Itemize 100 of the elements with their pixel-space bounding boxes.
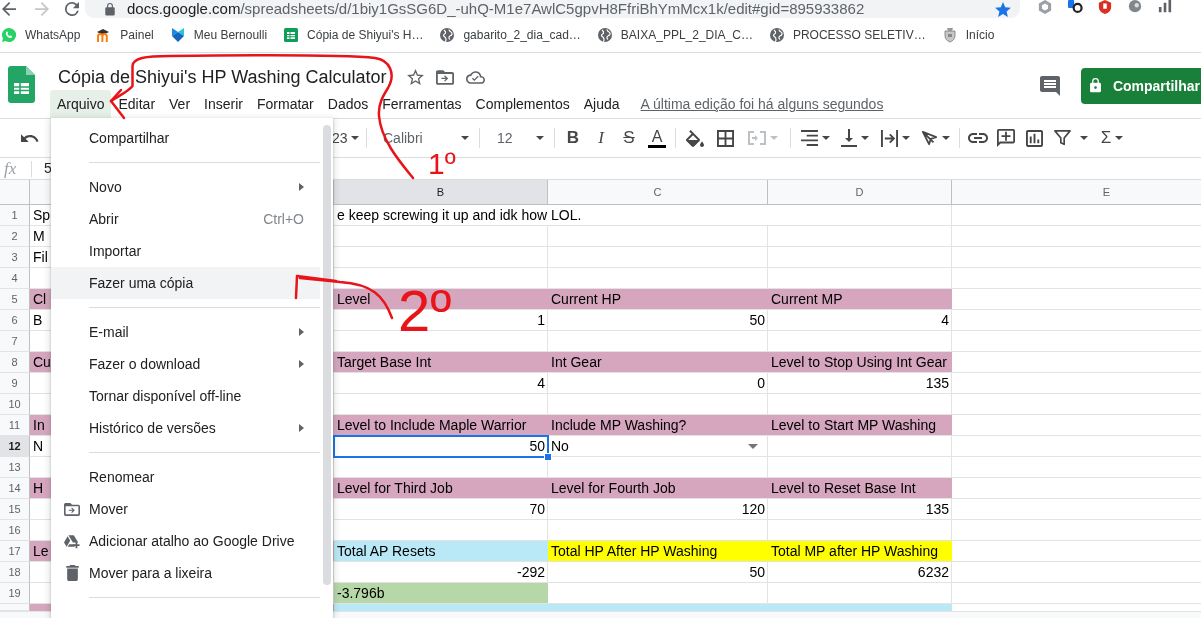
address-bar[interactable]: docs.google.com/spreadsheets/d/1biy1GsSG6D_-uhQ-M1e7AwlC5gpvH8FfriBhYmMcx1k/edit#gid=895933862 (85, 0, 1020, 18)
table-cell-text: 4 (537, 374, 546, 393)
menu-button[interactable]: Complementos (468, 90, 577, 118)
row-number: 16 (0, 520, 30, 541)
bookmark[interactable]: Início (941, 27, 995, 43)
table-cell-text: 0 (757, 374, 766, 393)
row-number: 17 (0, 541, 30, 562)
number-format-button[interactable]: 23 (326, 124, 362, 152)
lock-icon (1089, 78, 1101, 93)
menu-button[interactable]: Inserir (197, 90, 250, 118)
table-cell: Total AP Resets (334, 541, 548, 561)
table-cell: Level for Third Job (334, 478, 548, 498)
bookmark[interactable]: PROCESSO SELETIV… (768, 27, 926, 43)
trash-icon (65, 565, 79, 581)
column-header[interactable]: C (548, 180, 768, 204)
globe-icon (768, 27, 785, 43)
caret-icon (350, 136, 359, 140)
scrollbar-thumb[interactable] (323, 125, 331, 585)
document-title[interactable]: Cópia de Shiyui's HP Washing Calculator (58, 65, 387, 89)
row-number: 2 (0, 226, 30, 247)
table-cell-text: 50 (749, 311, 766, 330)
caret-icon (536, 136, 544, 140)
row-number: 4 (0, 268, 30, 289)
caret-icon (461, 136, 469, 140)
italic-button[interactable]: I (587, 124, 615, 152)
table-cell[interactable]: 50 (334, 436, 548, 457)
column-header[interactable]: D (768, 180, 952, 204)
share-button[interactable]: Compartilhar (1080, 67, 1201, 104)
table-cell-text: B (32, 311, 43, 330)
row-number: 3 (0, 247, 30, 268)
row-number: 13 (0, 457, 30, 478)
fill-handle-icon[interactable] (544, 453, 552, 461)
caret-icon (770, 136, 778, 140)
table-cell: Include MP Washing? (548, 415, 768, 435)
text-color-button[interactable]: A (643, 124, 671, 152)
menu-item[interactable]: Novo (51, 171, 320, 203)
bookmark[interactable]: gabarito_2_dia_cad… (439, 27, 581, 43)
column-header[interactable]: E (952, 180, 1201, 204)
table-cell-text: 1 (537, 311, 546, 330)
last-edit-link[interactable]: A última edição foi há alguns segundos (640, 96, 884, 112)
menu-item[interactable]: Compartilhar (51, 122, 320, 154)
cloud-check-icon[interactable] (465, 70, 485, 84)
menu-item[interactable]: E-mail (51, 316, 320, 348)
tile-icon[interactable] (1067, 0, 1083, 14)
grid-icon (716, 129, 734, 147)
bookmark[interactable]: Painel (96, 27, 154, 43)
circle-icon[interactable] (1127, 0, 1143, 14)
column-header[interactable]: B (334, 180, 548, 204)
table-cell-text: 135 (925, 500, 950, 519)
reload-icon[interactable] (65, 2, 79, 16)
row-number: 10 (0, 394, 30, 415)
menu-item[interactable]: Abrir Ctrl+O (51, 203, 320, 235)
table-cell-text: Sp (32, 206, 51, 225)
menu-item[interactable]: Importar (51, 235, 320, 267)
undo-icon (21, 133, 39, 143)
star-icon[interactable] (406, 69, 424, 85)
menu-button[interactable]: Arquivo (50, 90, 112, 118)
bookmark[interactable]: BAIXA_PPL_2_DIA_C… (596, 27, 753, 43)
folder-arrow-icon (64, 502, 80, 516)
row-number: 18 (0, 562, 30, 583)
menu-button[interactable]: Formatar (249, 90, 321, 118)
comment-icon[interactable] (1039, 75, 1060, 96)
font-size-dropdown[interactable]: 12 (484, 124, 550, 152)
bookmark[interactable]: Meu Bernoulli (169, 27, 268, 43)
bold-button[interactable]: B (559, 124, 587, 152)
row-number: 9 (0, 373, 30, 394)
menu-button[interactable]: Ajuda (576, 90, 627, 118)
spreadsheet-icon[interactable] (8, 66, 35, 103)
menu-button[interactable]: Editar (111, 90, 163, 118)
shield-icon[interactable] (1097, 0, 1113, 14)
globe-icon (439, 27, 456, 43)
merge-icon (748, 131, 766, 145)
bookmark[interactable]: WhatsApp (1, 27, 81, 43)
bookmark[interactable]: Cópia de Shiyui's H… (283, 27, 424, 43)
back-arrow-icon[interactable] (2, 2, 16, 16)
strikethrough-button[interactable]: S (615, 124, 643, 152)
link-icon (968, 133, 988, 143)
menu-button[interactable]: Ver (162, 90, 198, 118)
menu-button[interactable]: Ferramentas (375, 90, 469, 118)
table-cell: Level for Fourth Job (548, 478, 768, 498)
table-cell[interactable]: No (548, 436, 768, 456)
polygon-icon (169, 27, 186, 43)
table-cell-text: 120 (741, 500, 766, 519)
hexagon-icon[interactable] (1037, 0, 1053, 14)
bar-chart-icon[interactable] (1157, 0, 1173, 14)
arrow-to-line-icon (841, 129, 857, 147)
menu-button[interactable]: Dados (320, 90, 376, 118)
table-cell: Int Gear (548, 352, 768, 372)
globe-icon (596, 27, 613, 43)
align-lines-icon (800, 130, 818, 146)
folder-arrow-icon[interactable] (435, 69, 454, 85)
table-cell: Total HP After HP Washing (548, 541, 768, 561)
menu-item[interactable]: Fazer uma cópia (51, 267, 320, 299)
functions-button[interactable]: Σ (1092, 124, 1132, 152)
dropdown-caret-icon (748, 443, 758, 449)
star-icon[interactable] (995, 1, 1011, 17)
crest-icon (941, 27, 958, 43)
table-cell-text: M (32, 227, 45, 246)
menu-item[interactable]: Tornar disponível off-line (51, 380, 320, 412)
table-cell-text: N (32, 437, 44, 456)
